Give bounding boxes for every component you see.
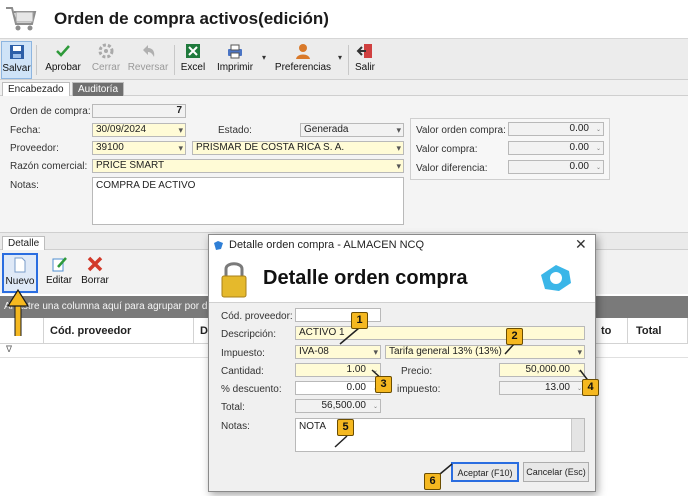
callout-5: 5 [337, 419, 354, 436]
callout-6: 6 [424, 473, 441, 490]
callout-1: 1 [351, 312, 368, 329]
callout-2: 2 [506, 328, 523, 345]
callout-4: 4 [582, 379, 599, 396]
callout-3: 3 [375, 376, 392, 393]
